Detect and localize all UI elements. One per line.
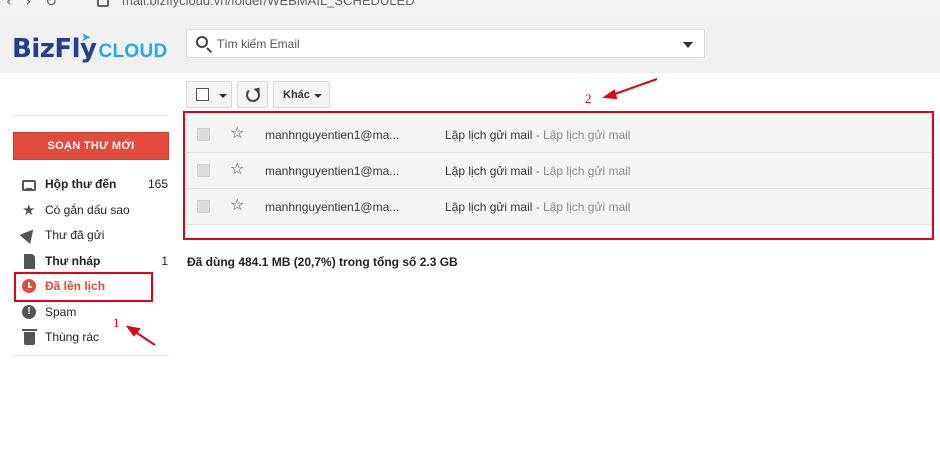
annotation-arrow-2 (611, 78, 658, 96)
annotation-arrow-1 (133, 330, 156, 346)
annotation-arrows (125, 78, 658, 346)
annotation-arrowhead-2 (602, 89, 618, 100)
